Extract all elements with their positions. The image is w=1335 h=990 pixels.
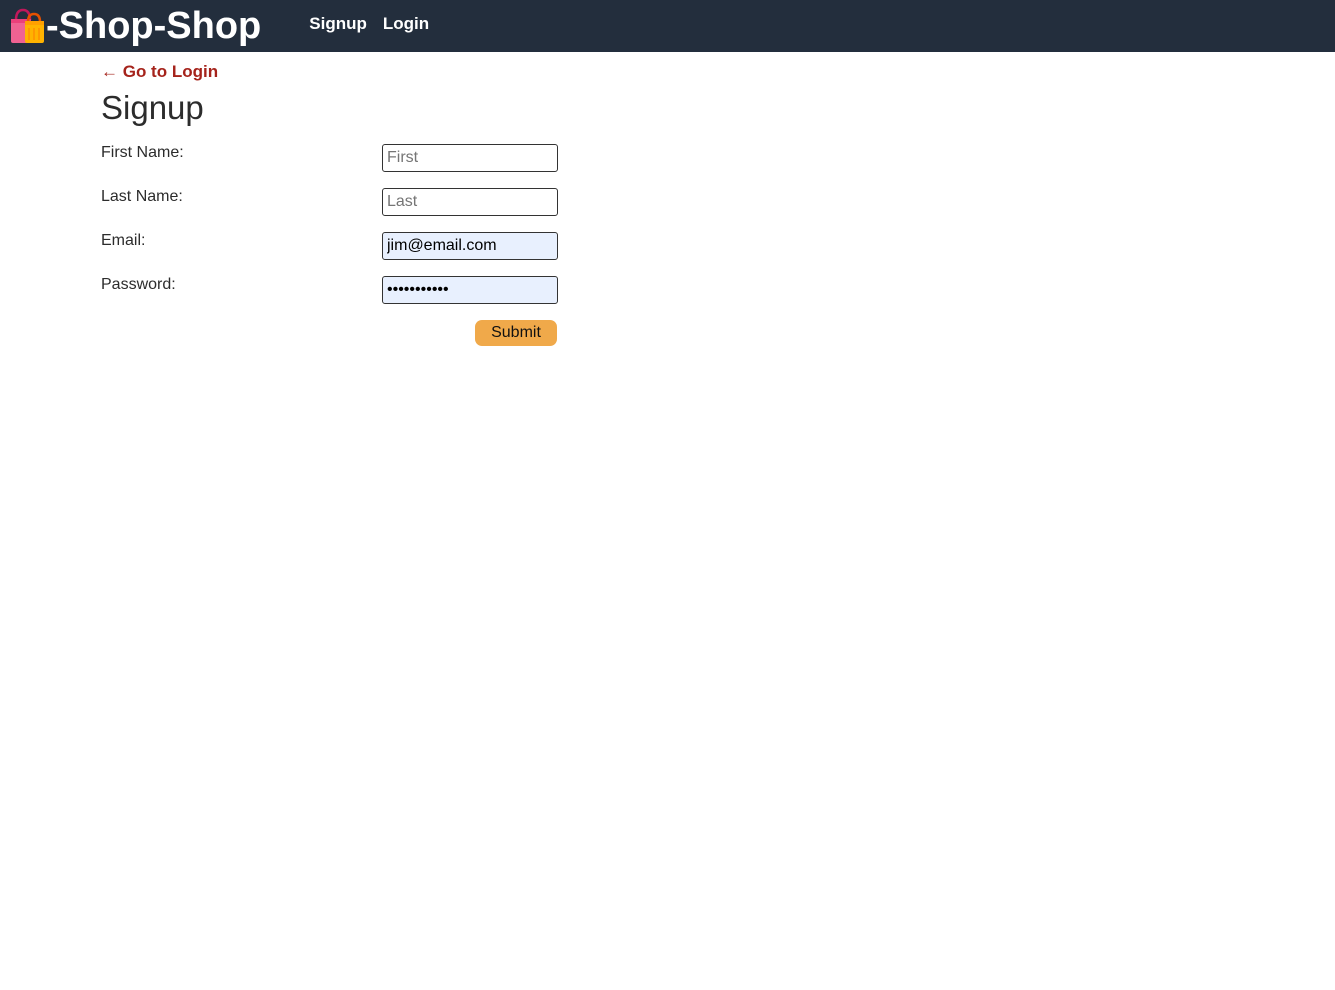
go-to-login-link[interactable]: ← Go to Login [101, 62, 218, 82]
first-name-label: First Name: [101, 144, 184, 161]
last-name-input[interactable] [382, 188, 558, 216]
signup-container: ← Go to Login Signup First Name: Last Na… [101, 52, 601, 360]
nav-login-link[interactable]: Login [383, 14, 429, 34]
nav-signup-link[interactable]: Signup [309, 14, 367, 34]
submit-button[interactable]: Submit [475, 320, 557, 346]
signup-form: First Name: Last Name: Email: Password: … [101, 144, 601, 360]
brand-text: -Shop-Shop [46, 4, 262, 47]
password-input[interactable] [382, 276, 558, 304]
shopping-bags-icon [8, 6, 46, 46]
password-label: Password: [101, 276, 176, 293]
page-title: Signup [101, 89, 204, 126]
email-row: Email: [101, 232, 601, 276]
top-navbar: -Shop-Shop Signup Login [0, 0, 1335, 52]
first-name-row: First Name: [101, 144, 601, 188]
password-row: Password: [101, 276, 601, 320]
nav-links: Signup Login [309, 14, 445, 34]
last-name-label: Last Name: [101, 188, 183, 205]
submit-row: Submit [101, 320, 601, 360]
last-name-row: Last Name: [101, 188, 601, 232]
brand-link[interactable]: -Shop-Shop [8, 0, 261, 52]
email-input[interactable] [382, 232, 558, 260]
email-label: Email: [101, 232, 146, 249]
first-name-input[interactable] [382, 144, 558, 172]
